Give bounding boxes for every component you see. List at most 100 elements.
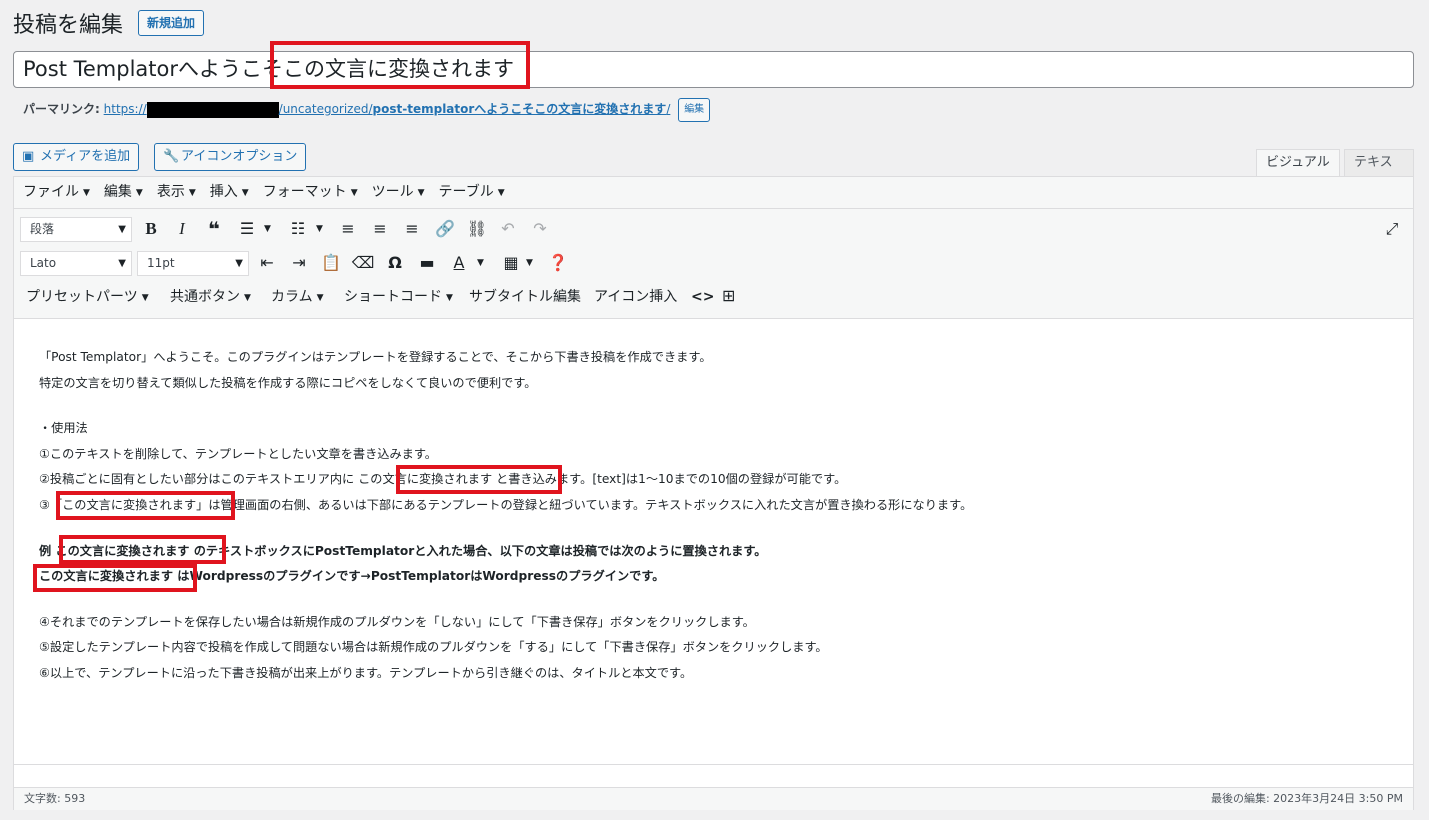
editor-content[interactable]: 「Post Templator」へようこそ。このプラグインはテンプレートを登録す…: [14, 319, 1413, 764]
caret-down-icon: ▼: [316, 293, 324, 303]
permalink-bar: パーマリンク: https:// /uncategorized/post-temp…: [23, 97, 711, 122]
caret-down-icon[interactable]: ▼: [264, 216, 271, 242]
link-icon[interactable]: 🔗: [432, 216, 458, 242]
align-left-icon[interactable]: ≡: [335, 216, 361, 242]
caret-down-icon: ▼: [417, 188, 425, 198]
content-line: 特定の文言を切り替えて類似した投稿を作成する際にコピペをしなくて良いので便利です…: [39, 375, 537, 390]
fullscreen-icon[interactable]: ⤢: [1379, 216, 1405, 242]
special-char-icon[interactable]: Ω: [382, 250, 408, 276]
caret-down-icon: ▼: [118, 224, 126, 235]
caret-down-icon: ▼: [446, 293, 453, 303]
permalink-label: パーマリンク:: [23, 102, 100, 116]
word-count: 文字数: 593: [24, 792, 86, 805]
code-icon[interactable]: <>: [691, 287, 714, 307]
unlink-icon[interactable]: ⛓: [464, 216, 490, 242]
numbered-list-icon[interactable]: ☷: [285, 216, 311, 242]
format-select[interactable]: 段落 ▼: [20, 217, 132, 242]
font-size-select[interactable]: 11pt ▼: [137, 251, 249, 276]
horizontal-rule-icon[interactable]: ▬: [414, 250, 440, 276]
columns-label: カラム: [271, 289, 313, 305]
outdent-icon[interactable]: ⇤: [254, 250, 280, 276]
text-color-icon[interactable]: A: [446, 250, 472, 276]
tab-visual[interactable]: ビジュアル: [1256, 149, 1340, 177]
caret-down-icon: ▼: [244, 293, 251, 303]
permalink-edit-button[interactable]: 編集: [678, 97, 711, 122]
columns-menu[interactable]: カラム ▼: [271, 287, 324, 308]
preset-parts-menu[interactable]: プリセットパーツ ▼: [26, 287, 149, 308]
paste-text-icon[interactable]: 📋: [318, 250, 344, 276]
menu-tools[interactable]: ツール ▼: [372, 184, 425, 200]
editor-toolbar: 段落 ▼ B I ❝ ☰ ▼ ☷ ▼ ≡ ≡ ≡ 🔗 ⛓ ↶ ↷ ⤢ Lato ▼ …: [14, 209, 1413, 319]
table-icon[interactable]: ▦: [498, 250, 524, 276]
clear-format-icon[interactable]: ⌫: [350, 250, 376, 276]
menu-edit[interactable]: 編集 ▼: [104, 184, 143, 200]
menu-format[interactable]: フォーマット ▼: [263, 184, 358, 200]
content-line: この文言に変換されます はWordpressのプラグインです→PostTempl…: [39, 569, 665, 584]
align-center-icon[interactable]: ≡: [367, 216, 393, 242]
caret-down-icon[interactable]: ▼: [477, 250, 484, 276]
italic-icon[interactable]: I: [169, 216, 195, 242]
common-buttons-menu[interactable]: 共通ボタン ▼: [170, 287, 251, 308]
caret-down-icon: ▼: [118, 258, 126, 269]
help-icon[interactable]: ❓: [545, 250, 571, 276]
menu-file[interactable]: ファイル ▼: [23, 184, 90, 200]
align-right-icon[interactable]: ≡: [399, 216, 425, 242]
content-line: ②投稿ごとに固有としたい部分はこのテキストエリア内に この文言に変換されます と…: [39, 472, 847, 487]
menu-label: 表示: [156, 184, 185, 200]
menu-view[interactable]: 表示 ▼: [157, 184, 196, 200]
add-media-label: メディアを追加: [40, 149, 131, 164]
editor-statusbar: 文字数: 593 最後の編集: 2023年3月24日 3:50 PM: [14, 764, 1413, 810]
content-line: ④それまでのテンプレートを保存したい場合は新規作成のプルダウンを「しない」にして…: [39, 614, 755, 629]
menu-label: ツール: [371, 184, 414, 200]
tab-text[interactable]: テキスト: [1344, 149, 1414, 196]
indent-icon[interactable]: ⇥: [286, 250, 312, 276]
editor-menubar: ファイル ▼ 編集 ▼ 表示 ▼ 挿入 ▼ フォーマット ▼ ツール ▼ テーブル ▼: [14, 177, 1413, 209]
grid-table-icon[interactable]: ⊞: [722, 286, 735, 306]
shortcode-label: ショートコード: [344, 289, 442, 305]
icon-options-label: アイコンオプション: [181, 149, 298, 164]
menu-label: 編集: [103, 184, 132, 200]
permalink-url-prefix: https://: [103, 102, 147, 116]
bullet-list-icon[interactable]: ☰: [234, 216, 260, 242]
bold-icon[interactable]: B: [138, 216, 164, 242]
permalink-link[interactable]: https:// /uncategorized/post-templatorへよう…: [103, 101, 670, 118]
caret-down-icon: ▼: [83, 188, 90, 198]
caret-down-icon: ▼: [188, 188, 196, 198]
undo-icon[interactable]: ↶: [495, 216, 521, 242]
format-select-value: 段落: [30, 222, 55, 236]
caret-down-icon[interactable]: ▼: [526, 250, 533, 276]
content-line: ③「この文言に変換されます」は管理画面の右側、あるいは下部にあるテンプレートの登…: [39, 497, 973, 512]
icon-insert-button[interactable]: アイコン挿入: [594, 287, 677, 307]
caret-down-icon: ▼: [235, 258, 243, 269]
common-buttons-label: 共通ボタン: [170, 289, 240, 305]
font-family-select[interactable]: Lato ▼: [20, 251, 132, 276]
new-post-button[interactable]: 新規追加: [138, 10, 205, 36]
font-family-value: Lato: [30, 256, 57, 270]
blockquote-icon[interactable]: ❝: [201, 216, 227, 242]
content-line: ⑥以上で、テンプレートに沿った下書き投稿が出来上がります。テンプレートから引き継…: [39, 665, 693, 680]
font-size-value: 11pt: [147, 256, 175, 270]
caret-down-icon: ▼: [141, 293, 149, 303]
redo-icon[interactable]: ↷: [527, 216, 553, 242]
add-media-button[interactable]: ▣ メディアを追加: [13, 143, 140, 171]
permalink-slug: post-templatorへようこそこの文言に変換されます: [372, 102, 667, 116]
caret-down-icon: ▼: [241, 188, 249, 198]
preset-parts-label: プリセットパーツ: [26, 289, 138, 305]
menu-insert[interactable]: 挿入 ▼: [210, 184, 249, 200]
caret-down-icon: ▼: [350, 188, 358, 198]
icon-options-button[interactable]: 🔧 アイコンオプション: [154, 143, 307, 171]
content-line: ①このテキストを削除して、テンプレートとしたい文章を書き込みます。: [39, 446, 437, 461]
menu-table[interactable]: テーブル ▼: [439, 184, 505, 200]
menu-label: テーブル: [438, 184, 494, 200]
last-edited: 最後の編集: 2023年3月24日 3:50 PM: [1210, 792, 1403, 805]
post-title-input[interactable]: Post Templatorへようこそこの文言に変換されます: [13, 51, 1414, 88]
content-line: 例 この文言に変換されます のテキストボックスにPostTemplatorと入れ…: [39, 543, 767, 558]
permalink-url-path: /uncategorized/: [278, 102, 373, 116]
content-line: ・使用法: [39, 421, 88, 436]
shortcode-menu[interactable]: ショートコード ▼: [344, 287, 453, 308]
content-line: 「Post Templator」へようこそ。このプラグインはテンプレートを登録す…: [39, 350, 712, 364]
subtitle-edit-button[interactable]: サブタイトル編集: [469, 287, 581, 307]
caret-down-icon[interactable]: ▼: [316, 216, 323, 242]
page-title: 投稿を編集: [13, 13, 124, 38]
menu-label: 挿入: [209, 184, 238, 200]
